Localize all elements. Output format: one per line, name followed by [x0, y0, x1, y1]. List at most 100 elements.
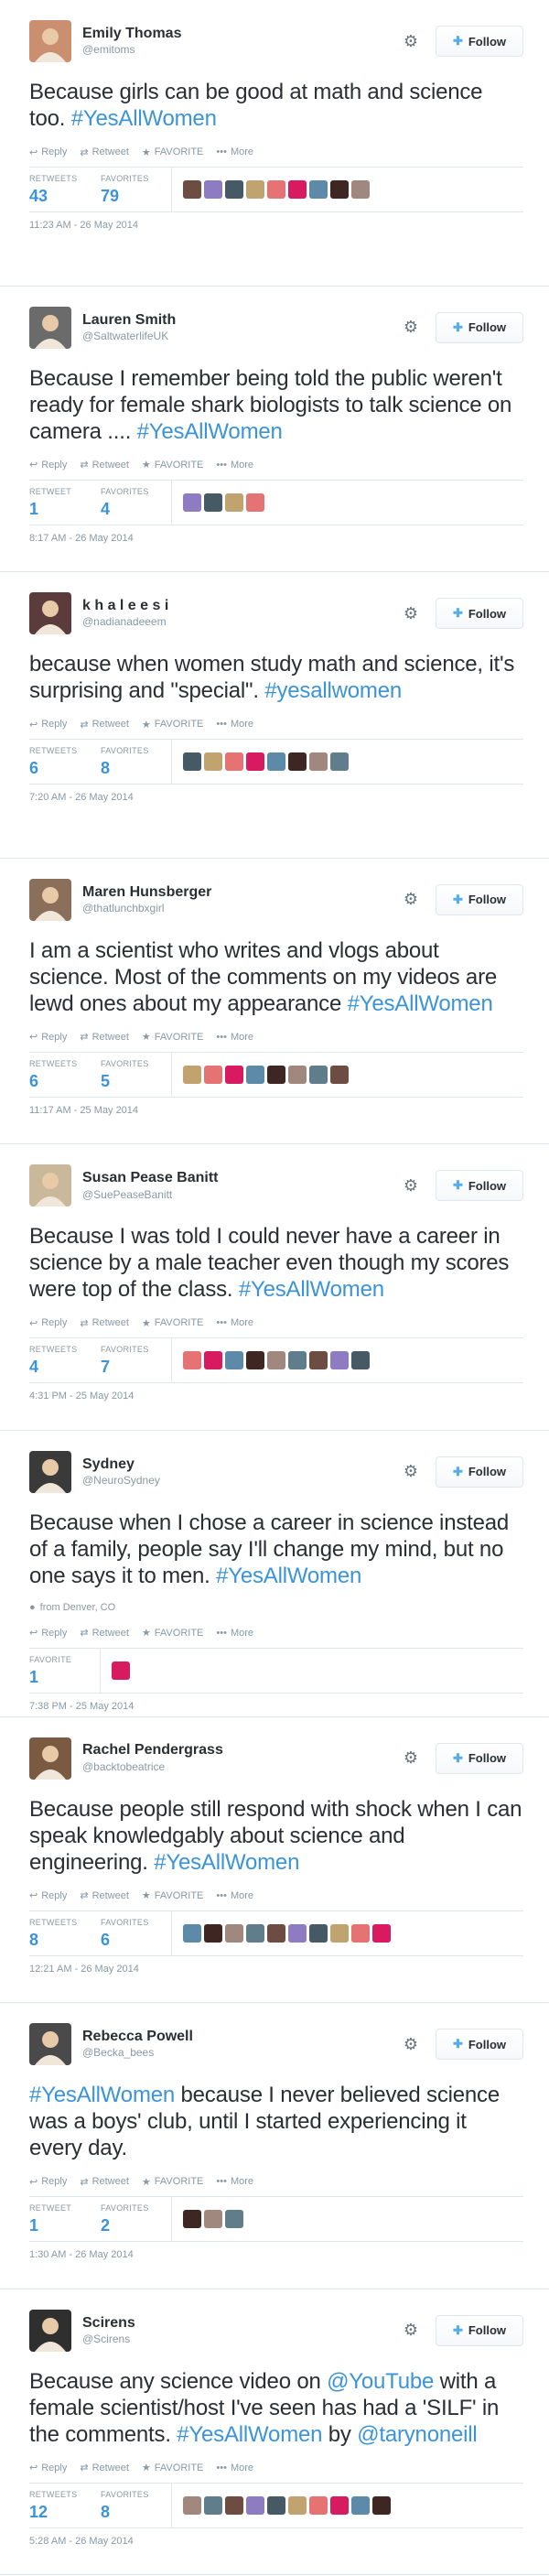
gear-icon[interactable]: ⚙ [403, 32, 419, 50]
tweet-timestamp[interactable]: 1:30 AM - 26 May 2014 [29, 2249, 523, 2260]
favoriter-avatar[interactable] [183, 1923, 201, 1943]
favoriter-avatar[interactable] [183, 180, 201, 199]
author-screenname[interactable]: @NeuroSydney [82, 1474, 403, 1488]
favoriter-avatar[interactable] [288, 1065, 307, 1084]
stat-retweets[interactable]: RETWEETS 43 [29, 168, 101, 211]
hashtag-link[interactable]: #YesAllWomen [137, 419, 283, 444]
favoriter-avatar[interactable] [372, 2495, 391, 2515]
hashtag-link[interactable]: #YesAllWomen [348, 991, 493, 1016]
more-action[interactable]: ••• More [216, 1890, 253, 1901]
avatar[interactable] [29, 306, 71, 349]
favorite-action[interactable]: ★ FAVORITE [142, 459, 203, 471]
tweet-timestamp[interactable]: 8:17 AM - 26 May 2014 [29, 533, 523, 544]
favoriter-avatar[interactable] [204, 2495, 222, 2515]
favorite-action[interactable]: ★ FAVORITE [142, 2176, 203, 2188]
favorite-action[interactable]: ★ FAVORITE [142, 1031, 203, 1044]
reply-action[interactable]: ↩ Reply [29, 1317, 67, 1329]
tweet-timestamp[interactable]: 7:38 PM - 25 May 2014 [29, 1701, 523, 1712]
favoriter-avatar[interactable] [372, 1923, 391, 1943]
stat-retweets[interactable]: RETWEETS 4 [29, 1338, 101, 1382]
reply-action[interactable]: ↩ Reply [29, 1031, 67, 1044]
avatar[interactable] [29, 2023, 71, 2066]
favoriter-avatar[interactable] [246, 752, 264, 772]
author-fullname[interactable]: Emily Thomas [82, 26, 403, 42]
stat-favorites[interactable]: FAVORITES 8 [101, 2483, 172, 2527]
hashtag-link[interactable]: #YesAllWomen [29, 2083, 175, 2107]
author-fullname[interactable]: Lauren Smith [82, 312, 403, 329]
favoriter-avatar[interactable] [183, 1351, 201, 1370]
author-fullname[interactable]: Susan Pease Banitt [82, 1170, 403, 1186]
stat-retweets[interactable]: RETWEETS 6 [29, 740, 101, 784]
follow-button[interactable]: ✚ Follow [436, 1456, 523, 1488]
favoriter-avatar[interactable] [309, 180, 328, 199]
favoriter-avatar[interactable] [204, 752, 222, 772]
stat-favorites[interactable]: FAVORITES 2 [101, 2197, 172, 2242]
avatar[interactable] [29, 592, 71, 635]
favoriter-avatar[interactable] [267, 180, 285, 199]
retweet-action[interactable]: ⇄ Retweet [80, 2462, 129, 2474]
stat-favorites[interactable]: FAVORITES 8 [101, 740, 172, 785]
tweet-timestamp[interactable]: 11:23 AM - 26 May 2014 [29, 220, 523, 231]
favoriter-avatar[interactable] [183, 2210, 201, 2229]
favoriter-avatar[interactable] [183, 1065, 201, 1084]
author-fullname[interactable]: Maren Hunsberger [82, 884, 403, 901]
tweet-timestamp[interactable]: 7:20 AM - 26 May 2014 [29, 792, 523, 803]
retweet-action[interactable]: ⇄ Retweet [80, 1889, 129, 1902]
favoriter-avatar[interactable] [288, 180, 307, 199]
favoriter-avatar[interactable] [267, 1351, 285, 1370]
avatar[interactable] [29, 1164, 71, 1207]
favorite-action[interactable]: ★ FAVORITE [142, 1627, 203, 1640]
favoriter-avatar[interactable] [225, 1065, 243, 1084]
favoriter-avatar[interactable] [204, 180, 222, 199]
retweet-action[interactable]: ⇄ Retweet [80, 2176, 129, 2188]
gear-icon[interactable]: ⚙ [403, 890, 419, 908]
author-fullname[interactable]: Rachel Pendergrass [82, 1742, 403, 1759]
favoriter-avatar[interactable] [309, 1923, 328, 1943]
more-action[interactable]: ••• More [216, 2176, 253, 2187]
reply-action[interactable]: ↩ Reply [29, 1889, 67, 1902]
favoriter-avatar[interactable] [288, 1351, 307, 1370]
author-screenname[interactable]: @Becka_bees [82, 2047, 403, 2060]
favoriter-avatar[interactable] [225, 492, 243, 512]
favoriter-avatar[interactable] [351, 1351, 370, 1370]
author-fullname[interactable]: Scirens [82, 2315, 403, 2332]
favoriter-avatar[interactable] [288, 752, 307, 772]
favoriter-avatar[interactable] [246, 1923, 264, 1943]
gear-icon[interactable]: ⚙ [403, 318, 419, 336]
favoriter-avatar[interactable] [330, 180, 349, 199]
gear-icon[interactable]: ⚙ [403, 2035, 419, 2053]
favoriter-avatar[interactable] [288, 2495, 307, 2515]
author-screenname[interactable]: @SuePeaseBanitt [82, 1188, 403, 1202]
tweet-timestamp[interactable]: 4:31 PM - 25 May 2014 [29, 1391, 523, 1402]
stat-retweets[interactable]: RETWEETS 12 [29, 2484, 101, 2527]
favoriter-avatar[interactable] [309, 1351, 328, 1370]
more-action[interactable]: ••• More [216, 460, 253, 471]
stat-favorites[interactable]: FAVORITES 4 [101, 480, 172, 525]
reply-action[interactable]: ↩ Reply [29, 1627, 67, 1640]
author-screenname[interactable]: @Scirens [82, 2332, 403, 2346]
follow-button[interactable]: ✚ Follow [436, 1742, 523, 1774]
more-action[interactable]: ••• More [216, 2462, 253, 2473]
favoriter-avatar[interactable] [246, 2495, 264, 2515]
favoriter-avatar[interactable] [225, 2210, 243, 2229]
follow-button[interactable]: ✚ Follow [436, 598, 523, 630]
favorite-action[interactable]: ★ FAVORITE [142, 146, 203, 158]
stat-favorites[interactable]: FAVORITES 7 [101, 1338, 172, 1383]
retweet-action[interactable]: ⇄ Retweet [80, 1031, 129, 1044]
stat-favorite[interactable]: FAVORITE 1 [29, 1648, 101, 1693]
more-action[interactable]: ••• More [216, 1628, 253, 1639]
follow-button[interactable]: ✚ Follow [436, 2314, 523, 2346]
favoriter-avatar[interactable] [183, 2495, 201, 2515]
gear-icon[interactable]: ⚙ [403, 604, 419, 622]
retweet-action[interactable]: ⇄ Retweet [80, 459, 129, 471]
favoriter-avatar[interactable] [330, 1923, 349, 1943]
reply-action[interactable]: ↩ Reply [29, 719, 67, 731]
favoriter-avatar[interactable] [267, 1065, 285, 1084]
favoriter-avatar[interactable] [204, 2210, 222, 2229]
favoriter-avatar[interactable] [330, 2495, 349, 2515]
author-screenname[interactable]: @thatlunchbxgirl [82, 902, 403, 915]
tweet-timestamp[interactable]: 5:28 AM - 26 May 2014 [29, 2536, 523, 2547]
favoriter-avatar[interactable] [309, 2495, 328, 2515]
reply-action[interactable]: ↩ Reply [29, 146, 67, 158]
retweet-action[interactable]: ⇄ Retweet [80, 146, 129, 158]
